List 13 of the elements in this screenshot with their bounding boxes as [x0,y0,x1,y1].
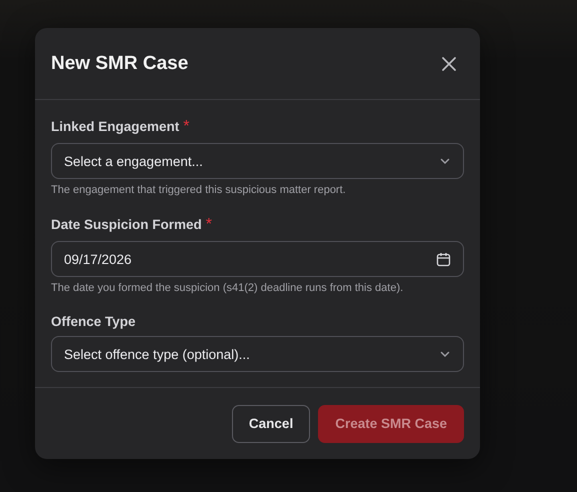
calendar-icon[interactable] [436,252,451,266]
dialog-title: New SMR Case [51,52,188,74]
help-text: The date you formed the suspicion (s41(2) deadline runs from this date). [51,282,404,294]
cancel-button[interactable]: Cancel [232,404,310,442]
field-label: Date Suspicion Formed [51,217,202,232]
field-label: Offence Type [51,314,136,329]
required-mark: * [206,216,212,234]
date-field[interactable]: 09/17/2026 [51,241,464,277]
help-text: The engagement that triggered this suspicious matter report. [51,184,347,196]
select-field[interactable]: Select offence type (optional)... [51,336,464,372]
required-mark: * [183,118,190,136]
select-field[interactable]: Select a engagement... [51,143,464,179]
field-label: Linked Engagement [51,119,180,134]
